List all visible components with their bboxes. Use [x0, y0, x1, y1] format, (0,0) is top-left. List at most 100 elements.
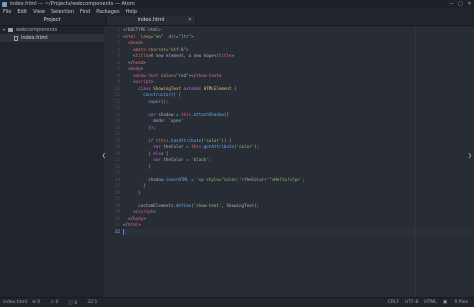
status-files[interactable]: ▣ 0 files [443, 300, 471, 305]
close-window-button[interactable]: ✕ [465, 1, 474, 7]
code-token: <!DOCTYPE html> [123, 27, 161, 32]
code-token: dir [168, 33, 177, 39]
code-token: > [140, 40, 144, 45]
tab-project[interactable]: Project [0, 16, 104, 25]
code-line[interactable] [123, 228, 473, 235]
line-number-gutter: 1 2 3 4 5 6 7 8 9 10 11 12 13 14 15 16 17 18 19 20 21 22 23 24 2… [105, 26, 122, 297]
minimize-button[interactable]: — [447, 1, 456, 7]
code-token: > [231, 53, 234, 58]
code-token: "ltr" [178, 33, 192, 39]
maximize-button[interactable]: ▢ [456, 1, 465, 7]
code-token: head [130, 40, 141, 45]
tree-file-label: index.html [21, 35, 48, 41]
code-token: title [135, 53, 149, 58]
status-encoding[interactable]: UTF-8 [405, 300, 418, 305]
code-line[interactable]: } [123, 190, 141, 197]
code-token: else [153, 150, 164, 156]
code-token: ; [208, 157, 212, 162]
menu-bar: File Edit View Selection Find Packages H… [0, 8, 474, 16]
tree-file-index-html[interactable]: index.html [0, 34, 104, 42]
close-tab-icon[interactable]: ✕ [188, 16, 192, 25]
code-token: > [150, 79, 154, 84]
code-token: > [143, 59, 146, 65]
code-token: script [138, 209, 154, 214]
code-token: (); [160, 98, 169, 104]
code-token: meta [135, 46, 146, 52]
code-editor[interactable]: 1 2 3 4 5 6 7 8 9 10 11 12 13 14 15 16 17 18 19 20 21 22 23 24 2… [105, 26, 474, 297]
code-token: > [218, 72, 222, 78]
collapse-right-panel-icon[interactable]: ❯ [468, 153, 472, 159]
code-token: define [175, 202, 192, 208]
code-token: show-text [196, 72, 219, 78]
code-token: innerHTML [165, 176, 189, 182]
code-token: , ShowingText); [221, 202, 260, 208]
code-token: extends [183, 85, 202, 91]
code-token: shadow [155, 111, 176, 117]
status-cursor-position[interactable]: 32:1 [87, 300, 97, 305]
code-token: color [160, 72, 174, 78]
menu-help[interactable]: Help [123, 9, 140, 15]
tree-folder-label: webcomponents [16, 27, 58, 33]
code-token: var [148, 111, 156, 117]
code-token: } [123, 183, 146, 188]
code-token: this [181, 111, 192, 117]
code-token: ({ [223, 111, 229, 117]
status-file-name[interactable]: index.html [3, 300, 27, 305]
status-errors[interactable]: ⊘ 0 [32, 300, 45, 305]
code-token: customElements. [123, 202, 176, 208]
code-token: > [186, 46, 189, 52]
code-token: "en" [153, 33, 164, 39]
code-line[interactable]: }); [123, 125, 156, 132]
code-token: HTMLElement [203, 85, 232, 91]
code-token: ; [302, 176, 305, 182]
code-token: attachShadow [193, 111, 224, 117]
file-icon [14, 35, 18, 41]
code-token: > [153, 209, 156, 214]
status-info[interactable]: ⓘ 0 [68, 300, 82, 306]
tab-label: index.html [137, 17, 165, 23]
status-warnings[interactable]: ⚠ 0 [50, 300, 63, 305]
code-token: } [123, 150, 154, 156]
code-line[interactable]: super(); [123, 99, 168, 106]
code-token: { [163, 150, 169, 156]
code-line[interactable]: } [123, 164, 151, 171]
code-token: head [133, 59, 144, 65]
code-token: 'open' [168, 118, 184, 123]
code-token: mode: [123, 118, 169, 123]
tab-index-html[interactable]: index.html ✕ [106, 16, 196, 25]
menu-find[interactable]: Find [77, 9, 93, 15]
atom-app-icon [2, 1, 7, 7]
code-token: shadow. [123, 176, 166, 182]
menu-file[interactable]: File [0, 9, 14, 15]
code-token: class [138, 85, 151, 91]
wrap-guide [415, 26, 416, 297]
code-token: lang [140, 33, 151, 39]
code-token: theColor [160, 144, 187, 149]
code-token: theColor [244, 176, 265, 182]
code-token: body [133, 215, 144, 221]
text-cursor [123, 228, 124, 235]
tree-folder-webcomponents[interactable]: ▾ webcomponents [0, 26, 104, 34]
status-grammar[interactable]: HTML [424, 300, 437, 305]
code-token: hasAttribute [170, 137, 202, 143]
code-line[interactable]: shadow.innerHTML = '<p style="color:'+th… [123, 176, 305, 184]
warnings-count: 0 [55, 300, 59, 305]
status-line-ending[interactable]: CRLF [388, 300, 399, 305]
menu-selection[interactable]: Selection [48, 9, 77, 15]
menu-view[interactable]: View [30, 9, 48, 15]
tab-bar: Project index.html ✕ [0, 16, 474, 26]
menu-packages[interactable]: Packages [93, 9, 122, 15]
menu-edit[interactable]: Edit [14, 9, 30, 15]
code-area[interactable]: <!DOCTYPE html> <html lang="en" dir="ltr"… [123, 26, 473, 297]
window-title: index.html — ~/Projects/webcomponents — … [10, 1, 135, 7]
